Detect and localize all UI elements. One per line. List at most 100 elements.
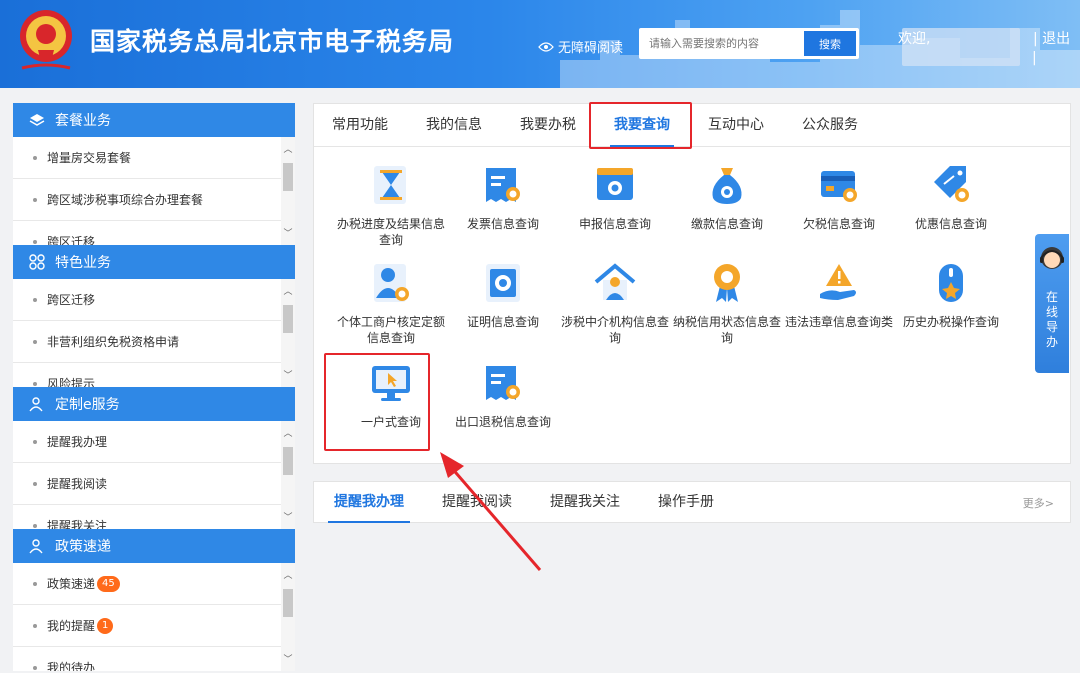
accessibility-link[interactable]: 无障碍阅读 [538,37,623,56]
export-refund-icon [486,366,520,400]
search-input[interactable] [640,29,802,58]
chevron-up-icon[interactable]: ︿ [281,285,295,299]
sidebar-list: 政策速递 45 我的提醒 1 我的待办 ︿ ﹀ [13,563,295,671]
online-guide-label: 在线导办 [1045,290,1058,349]
sidebar-item[interactable]: 提醒我办理 [13,421,281,463]
person-search-icon [374,264,409,302]
tab-remind-read[interactable]: 提醒我阅读 [442,482,512,522]
sidebar-item[interactable]: 政策速递 45 [13,563,281,605]
sidebar-section-policy: 政策速递 政策速递 45 我的提醒 1 我的待办 ︿ ﹀ [13,529,295,671]
sidebar-item[interactable]: 跨区域涉税事项综合办理套餐 [13,179,281,221]
history-mouse-icon [939,264,963,302]
query-panel: 常用功能 我的信息 我要办税 我要查询 互动中心 公众服务 办税进度及结果信息查… [313,102,1071,464]
tab-remind-handle[interactable]: 提醒我办理 [328,482,410,523]
sidebar-list: 增量房交易套餐 跨区域涉税事项综合办理套餐 跨区迁移 ︿ ﹀ [13,137,295,245]
tile-violation-query[interactable]: 违法违章信息查询类 [784,260,894,330]
welcome-text: 欢迎, [898,31,931,47]
highlight-box-tile [324,353,430,451]
credit-medal-icon [714,264,740,302]
chevron-down-icon[interactable]: ﹀ [281,369,295,383]
sidebar-section-package: 套餐业务 增量房交易套餐 跨区域涉税事项综合办理套餐 跨区迁移 ︿ ﹀ [13,103,295,245]
sidebar-item[interactable]: 跨区迁移 [13,279,281,321]
tile-certificate-query[interactable]: 证明信息查询 [448,260,558,330]
tile-arrears-query[interactable]: 欠税信息查询 [784,162,894,232]
sidebar-header-special[interactable]: 特色业务 [13,245,295,279]
tile-history-query[interactable]: 历史办税操作查询 [896,260,1006,330]
grid-circles-icon [29,254,45,270]
user-icon [29,397,43,412]
sidebar-item[interactable]: 非营利组织免税资格申请 [13,321,281,363]
tab-manual[interactable]: 操作手册 [658,482,714,522]
scroll-thumb[interactable] [283,305,293,333]
scrollbar[interactable]: ︿ ﹀ [281,279,295,387]
sidebar-list: 提醒我办理 提醒我阅读 提醒我关注 ︿ ﹀ [13,421,295,529]
accessibility-label: 无障碍阅读 [558,41,624,56]
sidebar-header-policy[interactable]: 政策速递 [13,529,295,563]
sidebar-list: 跨区迁移 非营利组织免税资格申请 风险提示 ︿ ﹀ [13,279,295,387]
tile-declaration-query[interactable]: 申报信息查询 [560,162,670,232]
chevron-down-icon[interactable]: ﹀ [281,511,295,525]
eye-icon [538,41,554,52]
chevron-down-icon[interactable]: ﹀ [281,653,295,667]
search-box: 搜索 [639,28,859,59]
scroll-thumb[interactable] [283,589,293,617]
user-icon [29,539,43,554]
tile-agency-query[interactable]: 涉税中介机构信息查询 [560,260,670,346]
chevron-down-icon[interactable]: ﹀ [281,227,295,241]
card-search-icon [821,171,857,202]
sidebar-header-package[interactable]: 套餐业务 [13,103,295,137]
invoice-search-icon [486,168,520,202]
tile-export-refund-query[interactable]: 出口退税信息查询 [448,360,558,430]
tax-emblem-logo [20,10,72,70]
tab-public-service[interactable]: 公众服务 [802,104,858,146]
tile-payment-query[interactable]: 缴款信息查询 [672,162,782,232]
sidebar-item[interactable]: 跨区迁移 [13,221,281,245]
sidebar-item[interactable]: 风险提示 [13,363,281,387]
sidebar-item[interactable]: 提醒我关注 [13,505,281,529]
hourglass-doc-icon [374,166,406,204]
search-button[interactable]: 搜索 [804,31,856,56]
tile-progress-query[interactable]: 办税进度及结果信息查询 [336,162,446,248]
layers-icon [29,114,45,126]
tile-individual-business-query[interactable]: 个体工商户核定定额信息查询 [336,260,446,346]
logout-link[interactable]: | 退出 [1033,28,1070,48]
tile-preferential-query[interactable]: 优惠信息查询 [896,162,1006,232]
tab-tax-handling[interactable]: 我要办税 [520,104,576,146]
scrollbar[interactable]: ︿ ﹀ [281,421,295,529]
sidebar-item[interactable]: 提醒我阅读 [13,463,281,505]
reminder-panel: 提醒我办理 提醒我阅读 提醒我关注 操作手册 更多> [313,481,1071,523]
certificate-search-icon [486,264,520,302]
money-bag-icon [712,168,742,204]
scroll-thumb[interactable] [283,163,293,191]
online-guide-button[interactable]: 在线导办 [1035,234,1069,373]
scroll-thumb[interactable] [283,447,293,475]
tile-credit-query[interactable]: 纳税信用状态信息查询 [672,260,782,346]
count-badge: 1 [97,617,114,634]
sidebar-header-custom-service[interactable]: 定制e服务 [13,387,295,421]
tab-remind-follow[interactable]: 提醒我关注 [550,482,620,522]
sidebar-section-special: 特色业务 跨区迁移 非营利组织免税资格申请 风险提示 ︿ ﹀ [13,245,295,387]
discount-tag-icon [934,166,969,202]
sidebar: 套餐业务 增量房交易套餐 跨区域涉税事项综合办理套餐 跨区迁移 ︿ ﹀ 特色业务 … [13,103,295,671]
tile-invoice-query[interactable]: 发票信息查询 [448,162,558,232]
count-badge: 45 [97,575,120,592]
scrollbar[interactable]: ︿ ﹀ [281,137,295,245]
main-tabs: 常用功能 我的信息 我要办税 我要查询 互动中心 公众服务 [314,104,1070,147]
tab-my-info[interactable]: 我的信息 [426,104,482,146]
tab-common[interactable]: 常用功能 [332,104,388,146]
warning-hand-icon [820,264,856,300]
chevron-up-icon[interactable]: ︿ [281,143,295,157]
agency-house-icon [594,263,636,300]
chevron-up-icon[interactable]: ︿ [281,427,295,441]
report-search-icon [597,168,633,200]
sidebar-item[interactable]: 我的提醒 1 [13,605,281,647]
sidebar-item[interactable]: 增量房交易套餐 [13,137,281,179]
chevron-up-icon[interactable]: ︿ [281,569,295,583]
customer-service-icon [1040,247,1064,269]
highlight-box-tab [589,102,692,149]
more-link[interactable]: 更多> [1023,495,1054,511]
tab-interaction[interactable]: 互动中心 [708,104,764,146]
logout-separator: | [1032,50,1037,66]
sidebar-item[interactable]: 我的待办 [13,647,281,671]
scrollbar[interactable]: ︿ ﹀ [281,563,295,671]
